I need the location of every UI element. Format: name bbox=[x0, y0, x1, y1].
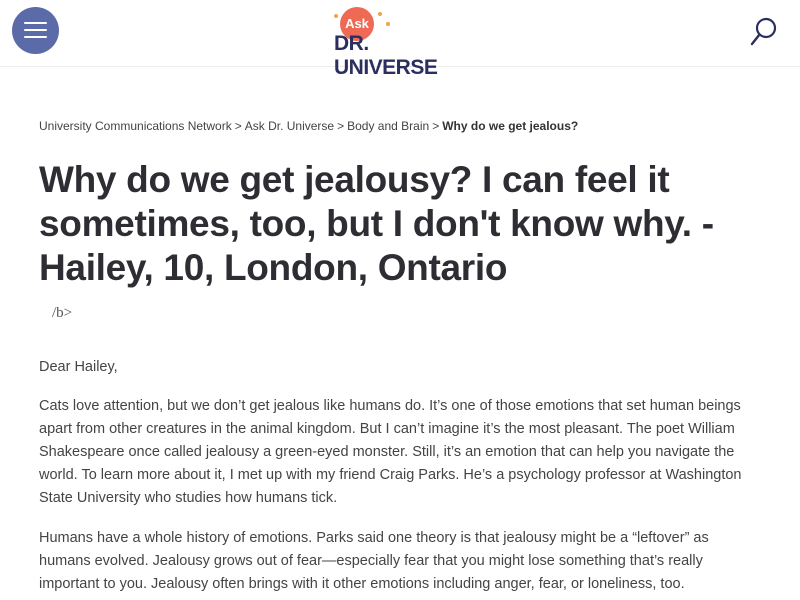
logo-spark bbox=[386, 22, 390, 26]
logo-spark bbox=[378, 12, 382, 16]
breadcrumb: University Communications Network > Ask Dr… bbox=[39, 119, 779, 133]
article-title: Why do we get jealousy? I can feel it so… bbox=[39, 159, 714, 288]
menu-button[interactable] bbox=[12, 7, 59, 54]
logo-ask-text: Ask bbox=[345, 16, 369, 31]
hamburger-menu-icon-line bbox=[24, 29, 47, 31]
article-paragraph-1: Cats love attention, but we don’t get je… bbox=[39, 398, 742, 506]
hamburger-menu-icon-line bbox=[24, 36, 47, 38]
search-icon bbox=[750, 17, 777, 46]
search-button[interactable] bbox=[748, 16, 778, 50]
logo-spark bbox=[334, 14, 338, 18]
article-paragraph-2: Humans have a whole history of emotions.… bbox=[39, 530, 709, 592]
breadcrumb-link-ask-dr-universe[interactable]: Ask Dr. Universe bbox=[245, 119, 334, 133]
logo-brand-text: DR. UNIVERSE bbox=[334, 32, 438, 79]
breadcrumb-separator: > bbox=[337, 119, 345, 133]
breadcrumb-current: Why do we get jealous? bbox=[442, 119, 579, 133]
breadcrumb-link-ucn[interactable]: University Communications Network bbox=[39, 119, 232, 133]
stray-markup-text: /b> bbox=[52, 305, 73, 321]
breadcrumb-link-body-and-brain[interactable]: Body and Brain bbox=[347, 119, 429, 133]
breadcrumb-separator: > bbox=[432, 119, 440, 133]
ask-dr-universe-logo[interactable]: Ask DR. UNIVERSE bbox=[330, 4, 470, 79]
site-header: Ask DR. UNIVERSE bbox=[0, 0, 800, 79]
article-greeting: Dear Hailey, bbox=[39, 359, 118, 375]
hamburger-menu-icon bbox=[24, 22, 47, 24]
breadcrumb-separator: > bbox=[234, 119, 242, 133]
